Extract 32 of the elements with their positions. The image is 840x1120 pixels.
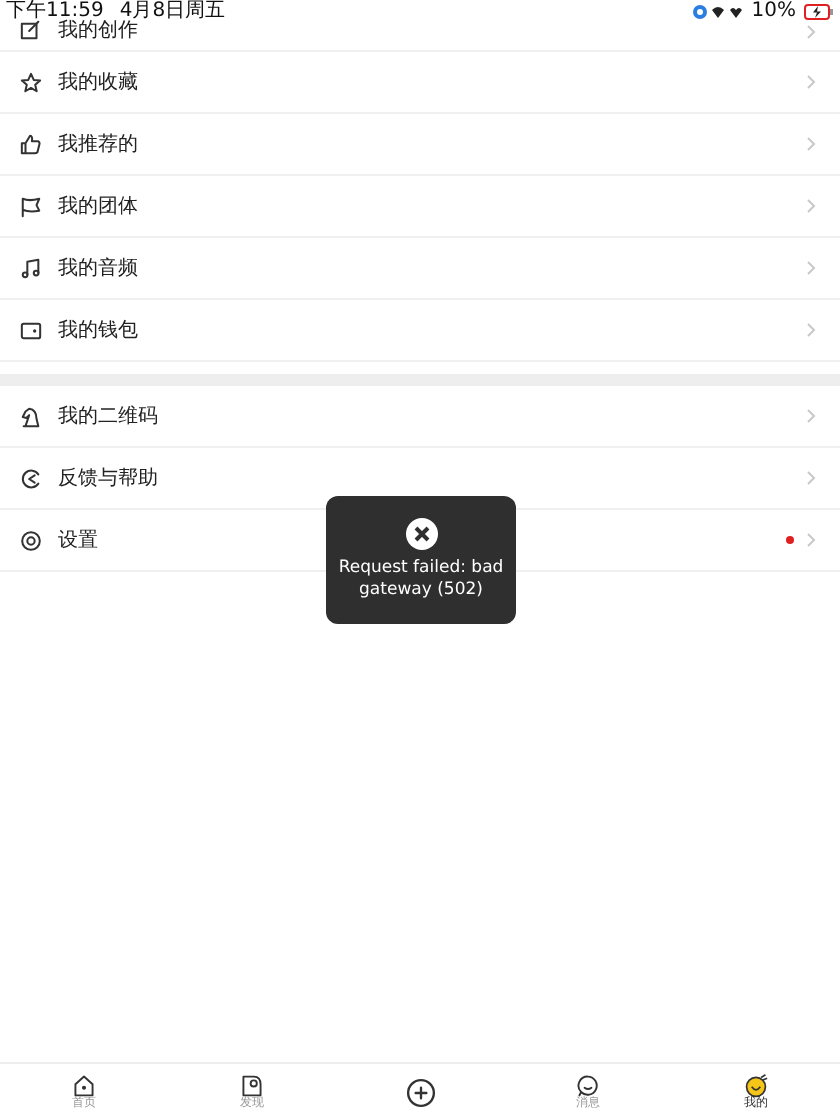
feedback-icon	[20, 467, 42, 489]
chat-bubble-icon	[576, 1074, 600, 1098]
chevron-right-icon	[806, 74, 816, 90]
menu-item[interactable]: 我的收藏	[0, 52, 840, 114]
document-icon	[240, 1074, 264, 1098]
add-icon	[405, 1077, 435, 1107]
chevron-right-icon	[806, 198, 816, 214]
flag-icon	[20, 195, 42, 217]
chevron-right-icon	[806, 136, 816, 152]
menu-item[interactable]: 我的钱包	[0, 300, 840, 362]
chevron-right-icon	[806, 322, 816, 338]
settings-icon	[20, 529, 42, 551]
chevron-right-icon	[806, 470, 816, 486]
menu-item[interactable]: 我的音频	[0, 238, 840, 300]
menu-item[interactable]: 我的团体	[0, 176, 840, 238]
chevron-right-icon	[806, 408, 816, 424]
star-icon	[20, 71, 42, 93]
status-icons	[691, 4, 744, 20]
home-icon	[72, 1074, 96, 1098]
chevron-right-icon	[806, 23, 816, 39]
battery-charging-icon	[804, 4, 834, 20]
chevron-right-icon	[806, 532, 816, 548]
music-note-icon	[20, 257, 42, 279]
smiley-icon	[744, 1074, 768, 1098]
menu-item[interactable]: 我的二维码	[0, 386, 840, 448]
edit-icon	[20, 20, 42, 42]
chevron-right-icon	[806, 260, 816, 276]
chess-knight-icon	[20, 405, 42, 427]
wallet-icon	[20, 319, 42, 341]
thumbs-up-icon	[20, 133, 42, 155]
menu-item[interactable]: 我推荐的	[0, 114, 840, 176]
close-circle-icon	[405, 518, 437, 550]
